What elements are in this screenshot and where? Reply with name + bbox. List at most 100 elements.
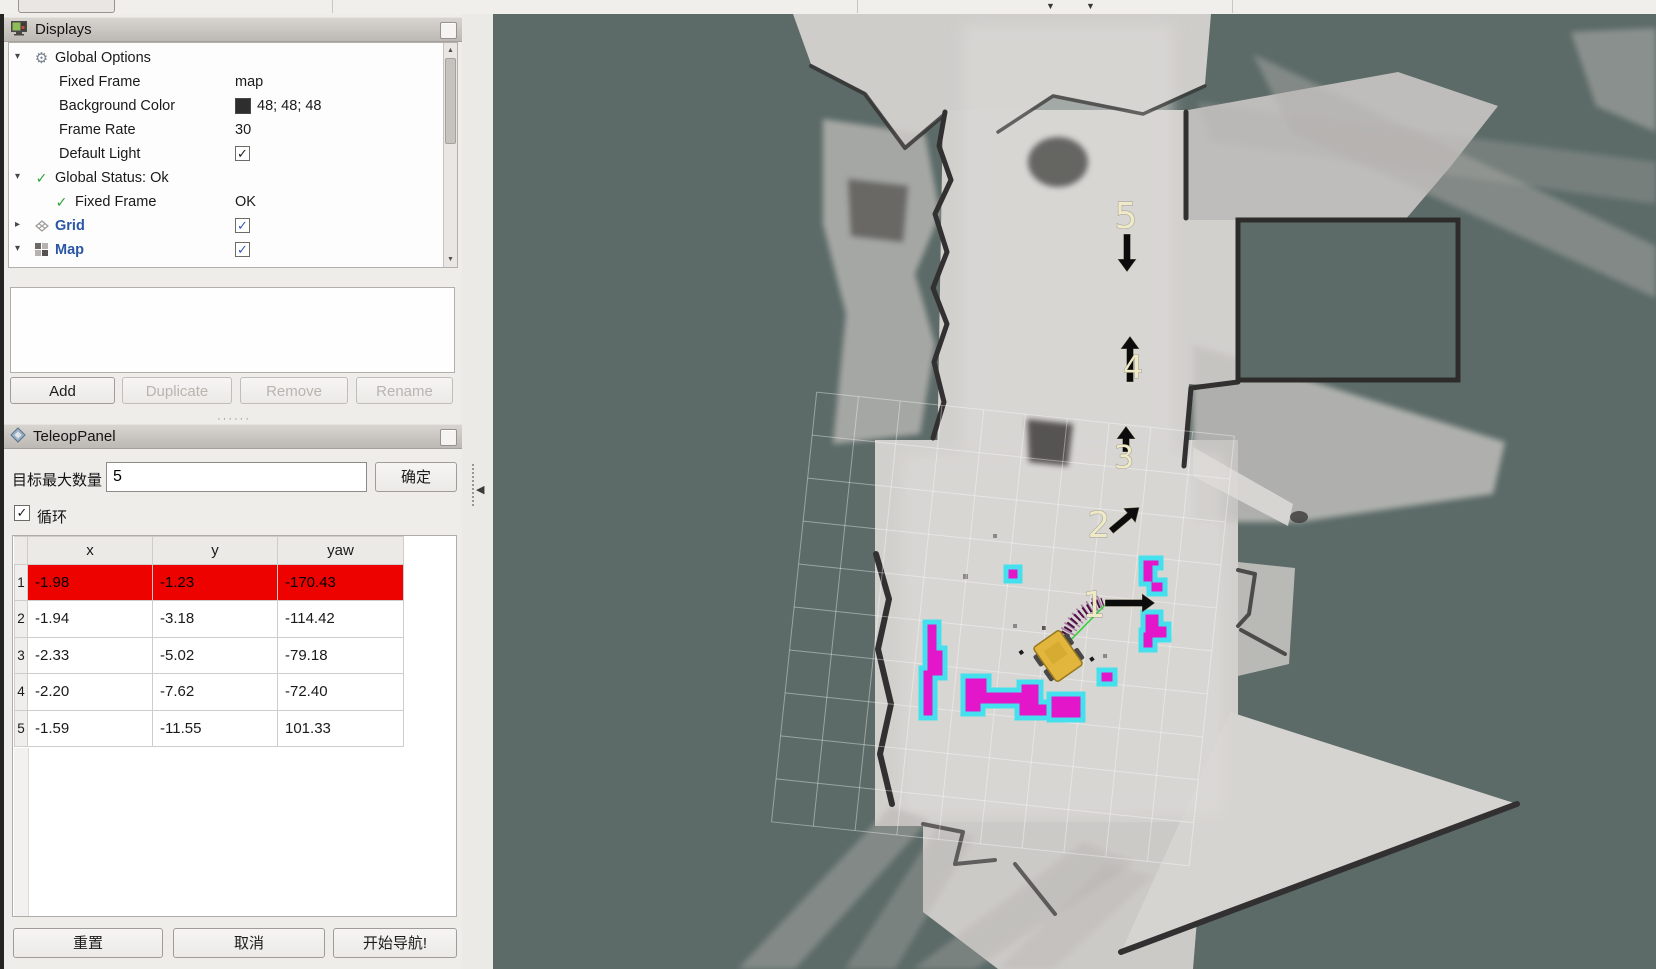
toolbar: ▼ ▼ bbox=[0, 0, 1656, 15]
waypoint-number-label: 2 bbox=[1088, 505, 1111, 546]
table-cell[interactable]: -1.59 bbox=[28, 711, 153, 747]
tree-row-label: Global Status: Ok bbox=[55, 170, 169, 186]
displays-tree[interactable]: ▾⚙Global Options Fixed Frame map Background… bbox=[8, 42, 458, 268]
displays-panel-title: Displays bbox=[35, 21, 92, 38]
footer-button-0[interactable]: 重置 bbox=[13, 928, 163, 958]
tree-row-default-light[interactable]: Default Light ✓ bbox=[9, 143, 457, 167]
map-canvas: 12345 bbox=[493, 14, 1656, 969]
table-cell[interactable]: -2.20 bbox=[28, 674, 153, 710]
table-cell[interactable]: -114.42 bbox=[278, 601, 404, 637]
table-cell[interactable]: -3.18 bbox=[153, 601, 278, 637]
waypoint-table[interactable]: xyyaw 1-1.98-1.23-170.43 2-1.94-3.18-114.4… bbox=[12, 535, 457, 917]
add-button[interactable]: Add bbox=[10, 377, 115, 404]
rviz-window: ▼ ▼ Displays ▾⚙Global OptionsFixed Frame… bbox=[0, 0, 1656, 969]
table-cell[interactable]: -2.33 bbox=[28, 638, 153, 674]
tree-row-fixed-frame[interactable]: ✓ Fixed Frame OK bbox=[9, 191, 457, 215]
tree-row-label: Grid bbox=[55, 218, 85, 234]
3d-viewport[interactable]: 12345 bbox=[493, 14, 1656, 969]
tree-scrollbar[interactable]: ▲ ▼ bbox=[443, 43, 457, 267]
tree-row-label: Status: Ok bbox=[75, 266, 143, 268]
tree-row-global-status-ok[interactable]: ▾ ✓ Global Status: Ok bbox=[9, 167, 457, 191]
tree-row-status-ok[interactable]: ▸✓Status: Ok bbox=[9, 263, 457, 268]
waypoint-number-label: 5 bbox=[1115, 196, 1138, 237]
tree-row-fixed-frame[interactable]: Fixed Frame map bbox=[9, 71, 457, 95]
tree-row-label: Default Light bbox=[59, 146, 140, 162]
displays-panel-header[interactable]: Displays bbox=[4, 17, 462, 42]
tree-row-checkbox[interactable]: ✓ bbox=[235, 146, 250, 161]
table-corner-cell bbox=[14, 536, 28, 565]
table-cell[interactable]: -1.98 bbox=[28, 565, 153, 601]
teleop-float-button[interactable] bbox=[440, 429, 457, 446]
table-cell[interactable]: -7.62 bbox=[153, 674, 278, 710]
dock-resize-handle[interactable] bbox=[472, 464, 474, 506]
toolbar-partial-button[interactable] bbox=[18, 0, 115, 13]
map-room-cutout bbox=[1238, 220, 1458, 380]
expander-open-icon[interactable]: ▾ bbox=[15, 243, 20, 254]
table-cell[interactable]: -1.94 bbox=[28, 601, 153, 637]
expander-open-icon[interactable]: ▾ bbox=[15, 171, 20, 182]
table-cell[interactable]: -79.18 bbox=[278, 638, 404, 674]
tree-row-value[interactable]: 30 bbox=[235, 122, 251, 138]
table-row-number[interactable]: 3 bbox=[14, 638, 28, 674]
tree-row-label: Background Color bbox=[59, 98, 175, 114]
tree-row-checkbox[interactable]: ✓ bbox=[235, 218, 250, 233]
table-cell[interactable]: -170.43 bbox=[278, 565, 404, 601]
tree-row-value[interactable]: 48; 48; 48 bbox=[257, 98, 322, 114]
loop-checkbox[interactable]: ✓ bbox=[14, 505, 30, 521]
remove-button[interactable]: Remove bbox=[240, 377, 348, 404]
toolbar-dropdown-caret[interactable]: ▼ bbox=[1086, 0, 1095, 13]
tree-row-value[interactable]: map bbox=[235, 74, 263, 90]
tree-row-map[interactable]: ▾ Map ✓ bbox=[9, 239, 457, 263]
toolbar-separator bbox=[332, 0, 333, 13]
tree-row-background-color[interactable]: Background Color 48; 48; 48 bbox=[9, 95, 457, 119]
panel-splitter-handle[interactable]: ······ bbox=[209, 414, 259, 424]
tree-row-label: Global Options bbox=[55, 50, 151, 66]
footer-button-1[interactable]: 取消 bbox=[173, 928, 325, 958]
tree-row-global-options[interactable]: ▾⚙Global Options bbox=[9, 47, 457, 71]
goal-count-label: 目标最大数量 bbox=[12, 469, 102, 490]
toolbar-dropdown-caret[interactable]: ▼ bbox=[1046, 0, 1055, 13]
duplicate-button[interactable]: Duplicate bbox=[122, 377, 232, 404]
confirm-button[interactable]: 确定 bbox=[375, 462, 457, 492]
scroll-up-icon[interactable]: ▲ bbox=[444, 44, 457, 57]
table-header-y[interactable]: y bbox=[153, 536, 278, 565]
table-row-number[interactable]: 2 bbox=[14, 601, 28, 637]
table-cell[interactable]: 101.33 bbox=[278, 711, 404, 747]
status-ok-icon: ✓ bbox=[33, 170, 50, 187]
displays-float-button[interactable] bbox=[440, 22, 457, 39]
expander-closed-icon[interactable]: ▸ bbox=[35, 267, 40, 268]
rename-button[interactable]: Rename bbox=[356, 377, 453, 404]
table-header-x[interactable]: x bbox=[28, 536, 153, 565]
table-cell[interactable]: -72.40 bbox=[278, 674, 404, 710]
teleop-panel-header[interactable]: TeleopPanel bbox=[4, 424, 462, 449]
scrollbar-thumb[interactable] bbox=[445, 58, 456, 144]
table-header-yaw[interactable]: yaw bbox=[278, 536, 404, 565]
status-ok-icon: ✓ bbox=[53, 194, 70, 211]
expander-open-icon[interactable]: ▾ bbox=[15, 51, 20, 62]
expander-closed-icon[interactable]: ▸ bbox=[15, 219, 20, 230]
table-cell[interactable]: -11.55 bbox=[153, 711, 278, 747]
footer-button-2[interactable]: 开始导航! bbox=[333, 928, 457, 958]
table-cell[interactable]: -5.02 bbox=[153, 638, 278, 674]
goal-count-input[interactable] bbox=[106, 462, 367, 492]
tree-row-label: Fixed Frame bbox=[59, 74, 140, 90]
tree-row-value[interactable]: OK bbox=[235, 194, 256, 210]
tree-row-frame-rate[interactable]: Frame Rate30 bbox=[9, 119, 457, 143]
left-dock: Displays ▾⚙Global Options Fixed Frame map B… bbox=[4, 14, 462, 969]
waypoint-number-label: 1 bbox=[1083, 585, 1106, 626]
displays-description-area bbox=[10, 287, 455, 373]
loop-label: 循环 bbox=[37, 506, 67, 527]
tree-row-label: Map bbox=[55, 242, 84, 258]
color-swatch[interactable] bbox=[235, 98, 251, 114]
tree-row-grid[interactable]: ▸ Grid ✓ bbox=[9, 215, 457, 239]
tree-row-checkbox[interactable]: ✓ bbox=[235, 242, 250, 257]
table-row-number[interactable]: 4 bbox=[14, 674, 28, 710]
tree-row-label: Fixed Frame bbox=[75, 194, 156, 210]
table-row-number[interactable]: 5 bbox=[14, 711, 28, 747]
dock-collapse-arrow[interactable]: ◀ bbox=[476, 483, 484, 496]
table-row-number[interactable]: 1 bbox=[14, 565, 28, 601]
scroll-down-icon[interactable]: ▼ bbox=[444, 253, 457, 266]
dock-gutter: ◀ bbox=[462, 14, 493, 969]
table-cell[interactable]: -1.23 bbox=[153, 565, 278, 601]
table-row-header-strip bbox=[14, 748, 29, 916]
